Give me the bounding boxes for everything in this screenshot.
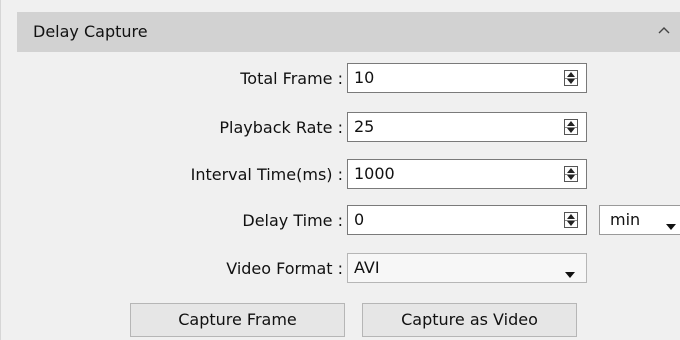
total-frame-label: Total Frame :: [240, 69, 343, 88]
decrement-arrow-icon[interactable]: [565, 78, 577, 85]
delay-time-stepper[interactable]: [564, 212, 578, 228]
interval-time-value[interactable]: 1000: [354, 164, 395, 184]
playback-rate-value[interactable]: 25: [354, 117, 374, 137]
total-frame-stepper[interactable]: [564, 70, 578, 86]
delay-time-row: Delay Time : 0 min: [1, 205, 680, 237]
video-format-row: Video Format : AVI: [1, 253, 680, 285]
decrement-arrow-icon[interactable]: [565, 174, 577, 181]
capture-frame-button[interactable]: Capture Frame: [130, 303, 345, 337]
delay-time-spinbox[interactable]: 0: [347, 205, 587, 235]
dropdown-arrow-icon[interactable]: [564, 264, 576, 278]
playback-rate-stepper[interactable]: [564, 119, 578, 135]
panel-header[interactable]: Delay Capture: [17, 12, 680, 52]
interval-time-spinbox[interactable]: 1000: [347, 159, 587, 189]
interval-time-row: Interval Time(ms) : 1000: [1, 159, 680, 191]
video-format-dropdown[interactable]: AVI: [347, 253, 587, 283]
total-frame-value[interactable]: 10: [354, 68, 374, 88]
playback-rate-row: Playback Rate : 25: [1, 112, 680, 144]
interval-time-stepper[interactable]: [564, 166, 578, 182]
chevron-up-icon[interactable]: [655, 22, 673, 40]
video-format-value: AVI: [354, 258, 380, 277]
capture-video-button[interactable]: Capture as Video: [362, 303, 577, 337]
delay-unit-dropdown[interactable]: min: [599, 205, 680, 235]
playback-rate-label: Playback Rate :: [219, 118, 343, 137]
total-frame-spinbox[interactable]: 10: [347, 63, 587, 93]
delay-time-value[interactable]: 0: [354, 210, 364, 230]
total-frame-row: Total Frame : 10: [1, 63, 680, 95]
video-format-label: Video Format :: [226, 259, 343, 278]
decrement-arrow-icon[interactable]: [565, 127, 577, 134]
delay-unit-value: min: [610, 210, 641, 229]
dropdown-arrow-icon[interactable]: [665, 216, 677, 230]
interval-time-label: Interval Time(ms) :: [190, 165, 343, 184]
delay-capture-panel: Delay Capture Total Frame : 10 Playback …: [0, 0, 680, 340]
panel-title: Delay Capture: [33, 22, 148, 41]
playback-rate-spinbox[interactable]: 25: [347, 112, 587, 142]
decrement-arrow-icon[interactable]: [565, 220, 577, 227]
delay-time-label: Delay Time :: [242, 211, 343, 230]
